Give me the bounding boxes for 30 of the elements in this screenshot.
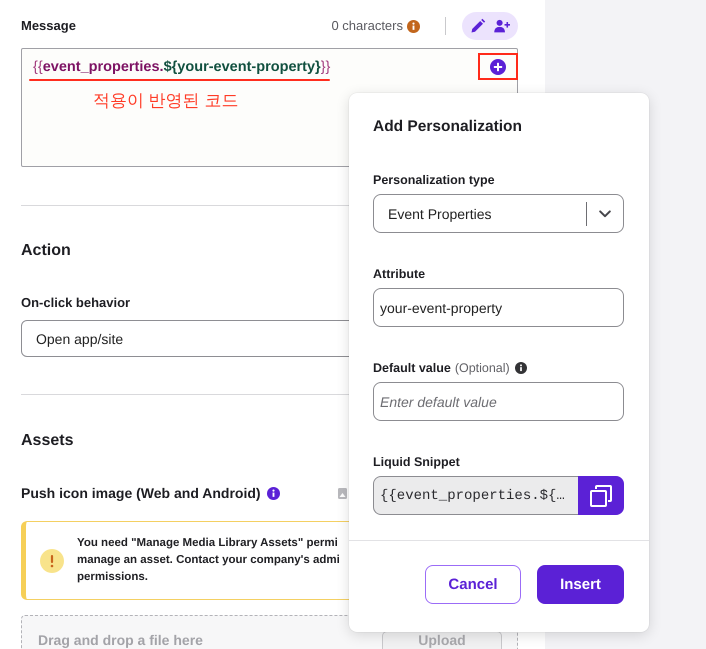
section-heading: Assets: [21, 431, 74, 451]
text-field[interactable]: your-event-property: [373, 288, 624, 327]
plus-circle-icon[interactable]: [490, 58, 506, 74]
field-label: Message: [21, 18, 76, 34]
message-code: {{event_properties.${your-event-property}}}: [33, 59, 330, 75]
select-field[interactable]: Event Properties: [373, 194, 624, 233]
warning-icon: [40, 548, 64, 572]
field-label: On-click behavior: [21, 295, 130, 310]
snippet-field[interactable]: {{event_properties.${…: [373, 476, 578, 515]
chevron-down-icon: [599, 210, 611, 218]
add-user-icon[interactable]: [494, 19, 510, 33]
character-count: 0 characters: [331, 18, 403, 34]
confirm-button[interactable]: Insert: [537, 565, 624, 604]
pencil-icon[interactable]: [470, 18, 486, 34]
text-field[interactable]: Enter default value: [373, 382, 624, 421]
field-label: Personalization type: [373, 172, 495, 188]
field-label: Liquid Snippet: [373, 454, 460, 470]
image-icon: [338, 488, 347, 498]
field-label: Attribute: [373, 266, 426, 282]
field-label: Push icon image (Web and Android): [21, 485, 261, 501]
info-icon: [407, 20, 420, 32]
annotation-text: 적용이 반영된 코드: [93, 90, 238, 111]
cancel-button[interactable]: Cancel: [425, 565, 521, 604]
section-heading: Action: [21, 241, 71, 261]
optional-note: (Optional): [454, 360, 510, 376]
drop-zone-text: Drag and drop a file here: [38, 632, 203, 648]
field-label: Default value: [373, 360, 451, 376]
copy-button[interactable]: [578, 476, 624, 515]
warning-text: You need "Manage Media Library Assets" permi manage an asset. Contact your company's admi permissions.: [77, 536, 340, 585]
copy-icon: [590, 484, 612, 506]
